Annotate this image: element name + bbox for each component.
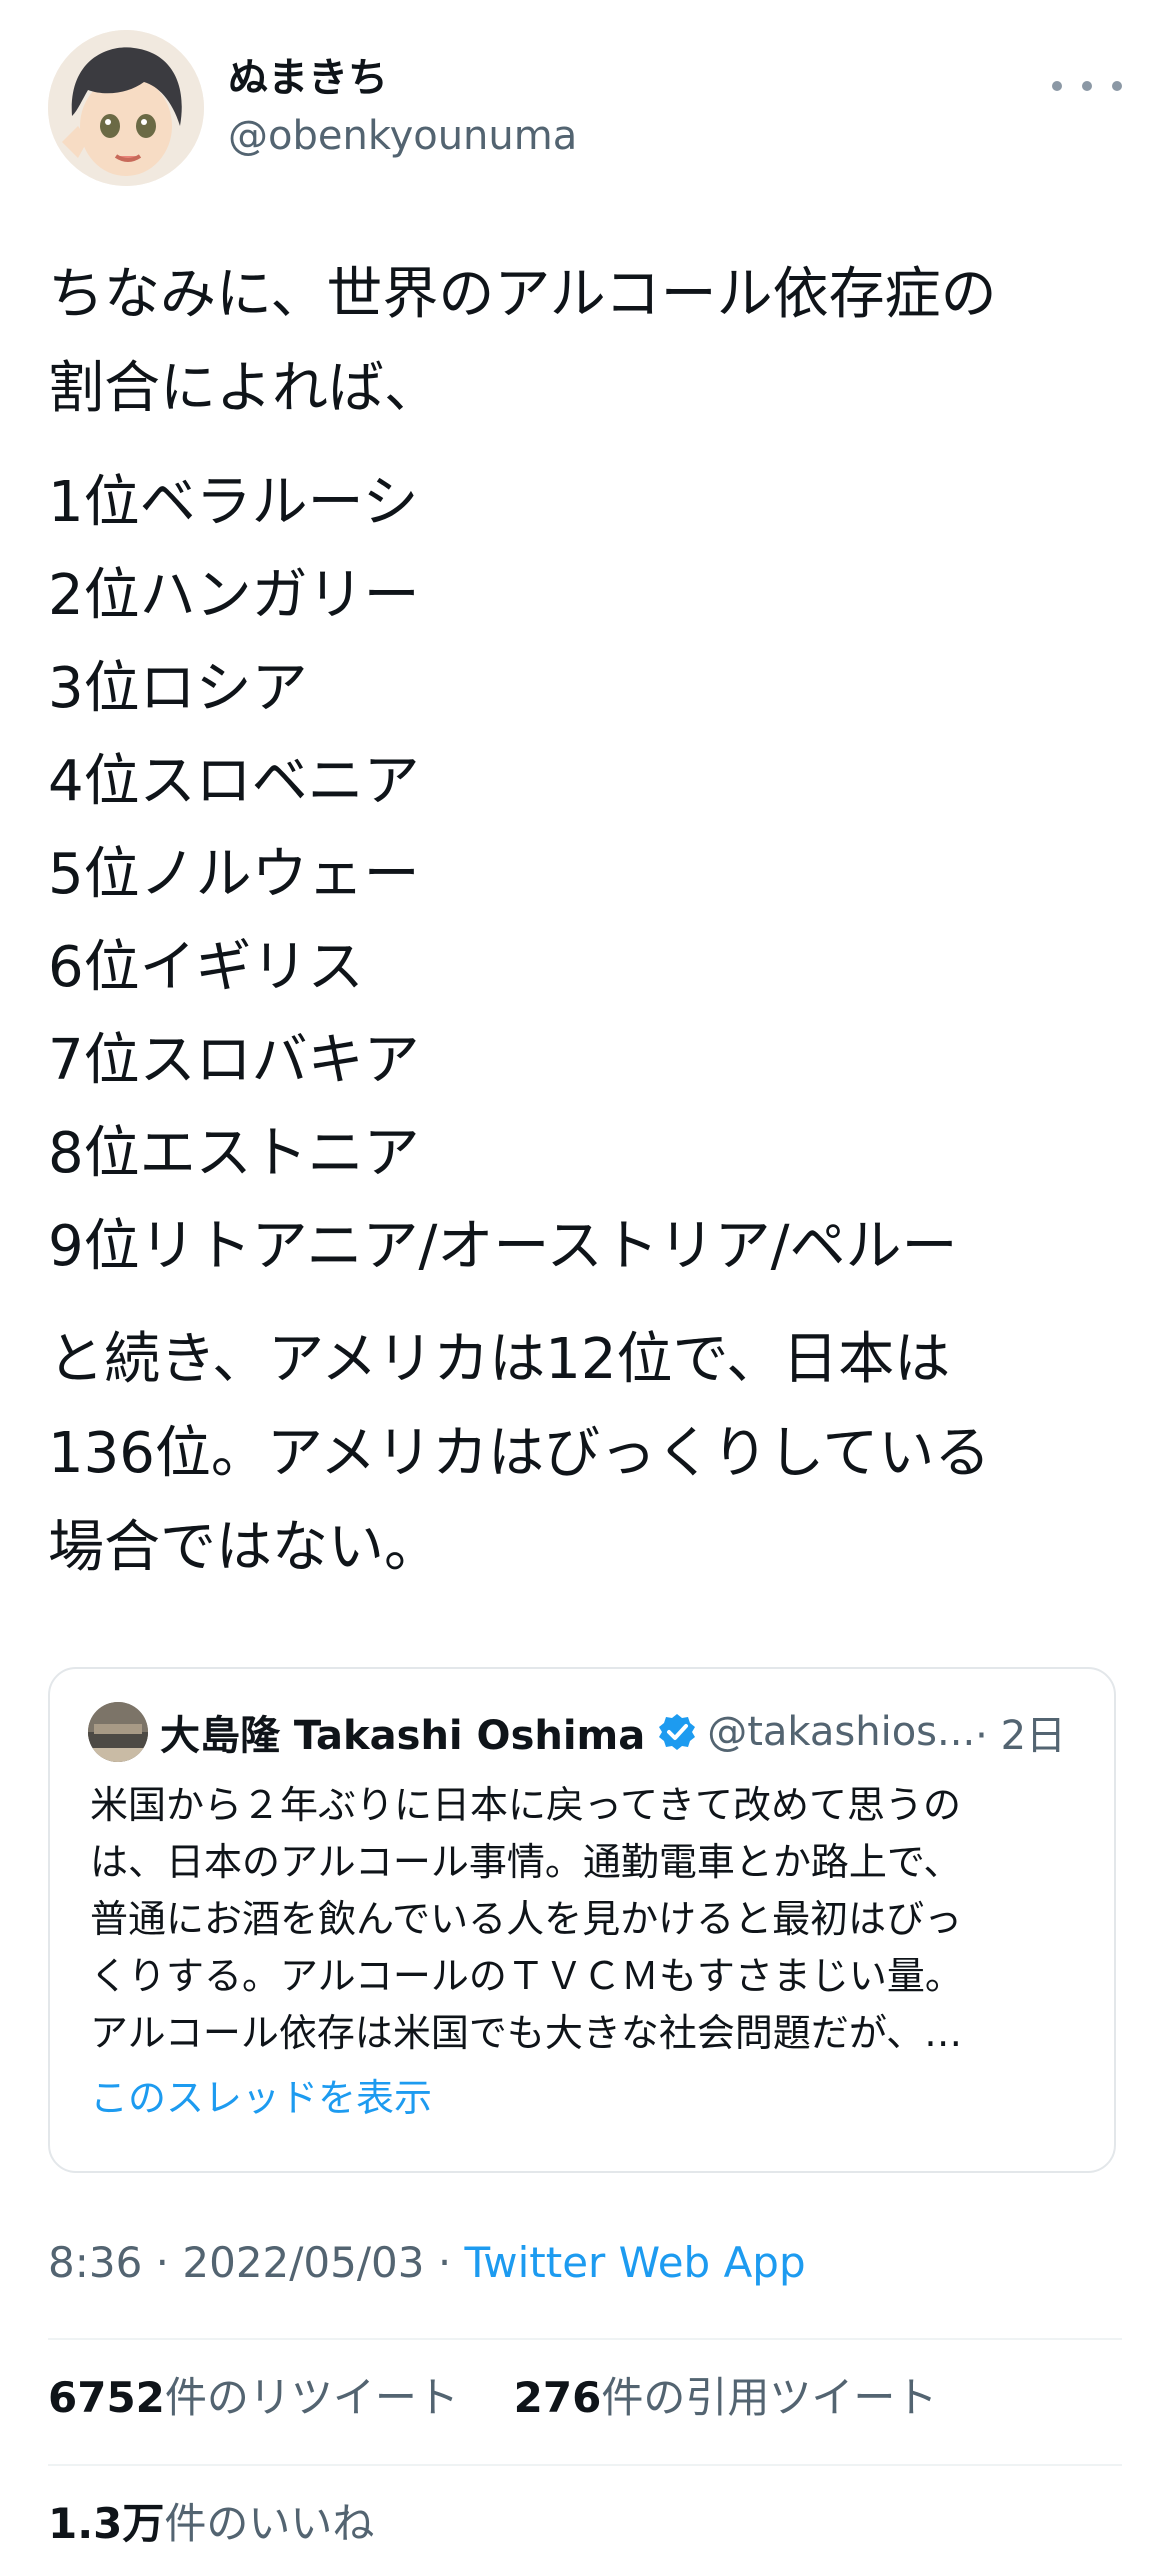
ranking-list: 1位ベラルーシ 2位ハンガリー 3位ロシア 4位スロベニア 5位ノルウェー 6位… bbox=[48, 456, 1128, 1293]
rank-item: 6位イギリス bbox=[48, 935, 364, 1000]
meta-separator: · bbox=[142, 2238, 183, 2287]
rank-item: 8位エストニア bbox=[48, 1121, 420, 1186]
show-thread-link[interactable]: このスレッドを表示 bbox=[90, 2067, 432, 2122]
tweet-meta: 8:36 · 2022/05/03 · Twitter Web App bbox=[48, 2238, 806, 2287]
rank-item: 4位スロベニア bbox=[48, 749, 420, 814]
rank-item: 9位リトアニア/オーストリア/ペルー bbox=[48, 1214, 958, 1279]
avatar[interactable] bbox=[48, 30, 204, 186]
divider bbox=[48, 2338, 1122, 2340]
engagement-stats: 6752件のリツイート 276件の引用ツイート bbox=[48, 2364, 937, 2425]
retweets-stat[interactable]: 6752件のリツイート bbox=[48, 2373, 459, 2422]
divider bbox=[48, 2464, 1122, 2466]
source-app-link[interactable]: Twitter Web App bbox=[465, 2238, 806, 2287]
quote-tweet-card[interactable]: 大島隆 Takashi Oshima @takashios... · 2日 米国… bbox=[48, 1667, 1116, 2173]
quote-header: 大島隆 Takashi Oshima @takashios... · 2日 bbox=[88, 1701, 1066, 1763]
tweet-intro-text: ちなみに、世界のアルコール依存症の 割合によれば、 bbox=[48, 262, 997, 421]
tweet-conclusion-text: と続き、アメリカは12位で、日本は 136位。アメリカはびっくりしている 場合で… bbox=[48, 1327, 991, 1580]
quote-display-name[interactable]: 大島隆 Takashi Oshima bbox=[160, 1703, 645, 1761]
tweet-header: ぬまきち @obenkyounuma bbox=[48, 30, 1122, 190]
quote-text: 米国から２年ぶりに日本に戻ってきて改めて思うの は、日本のアルコール事情。通勤電… bbox=[90, 1777, 1090, 2062]
verified-badge-icon bbox=[659, 1714, 696, 1750]
quote-time[interactable]: · 2日 bbox=[975, 1703, 1066, 1761]
author-handle[interactable]: @obenkyounuma bbox=[228, 110, 577, 162]
rank-item: 5位ノルウェー bbox=[48, 842, 420, 907]
author-block: ぬまきち @obenkyounuma bbox=[228, 52, 577, 162]
more-options-icon[interactable] bbox=[1052, 66, 1122, 106]
tweet-time[interactable]: 8:36 bbox=[48, 2238, 142, 2287]
quote-line: くりする。アルコールのＴＶＣＭもすさまじい量。 bbox=[90, 1954, 963, 1998]
rank-item: 1位ベラルーシ bbox=[48, 470, 419, 535]
quote-line: アルコール依存は米国でも大きな社会問題だが、… bbox=[90, 2011, 963, 2055]
quote-line: 普通にお酒を飲んでいる人を見かけると最初はびっ bbox=[90, 1897, 963, 1941]
quote-tweets-stat[interactable]: 276件の引用ツイート bbox=[514, 2373, 938, 2422]
rank-item: 2位ハンガリー bbox=[48, 563, 420, 628]
quote-line: 米国から２年ぶりに日本に戻ってきて改めて思うの bbox=[90, 1783, 961, 1827]
tweet-body: ちなみに、世界のアルコール依存症の 割合によれば、 1位ベラルーシ 2位ハンガリ… bbox=[48, 248, 1128, 1595]
quote-avatar[interactable] bbox=[88, 1702, 148, 1762]
likes-stat[interactable]: 1.3万件のいいね bbox=[48, 2499, 374, 2548]
rank-item: 7位スロバキア bbox=[48, 1028, 420, 1093]
rank-item: 3位ロシア bbox=[48, 656, 308, 721]
quote-line: は、日本のアルコール事情。通勤電車とか路上で、 bbox=[90, 1840, 962, 1884]
quote-handle[interactable]: @takashios... bbox=[707, 1709, 975, 1755]
likes-stats: 1.3万件のいいね bbox=[48, 2490, 374, 2551]
tweet-date[interactable]: 2022/05/03 bbox=[182, 2238, 424, 2287]
meta-separator: · bbox=[424, 2238, 465, 2287]
author-display-name[interactable]: ぬまきち bbox=[228, 52, 577, 104]
